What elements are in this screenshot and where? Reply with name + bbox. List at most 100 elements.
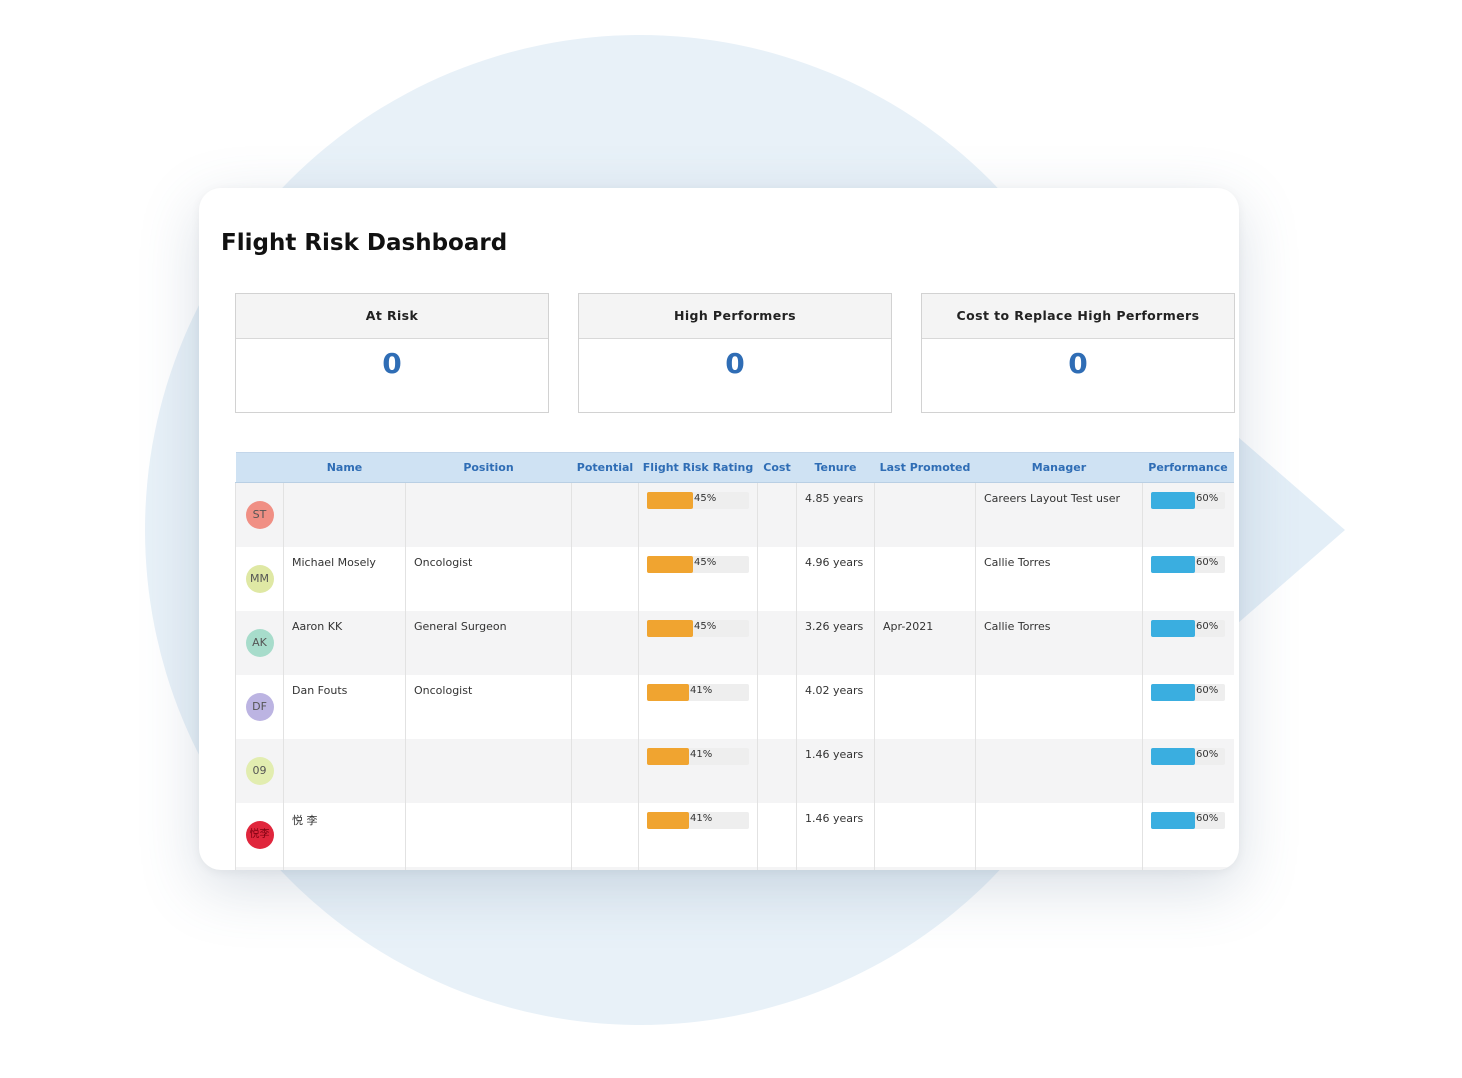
flight-risk-bar: 41% (647, 812, 749, 829)
position-cell: Oncologist (405, 547, 572, 611)
potential-cell (571, 482, 639, 547)
potential-cell (571, 867, 639, 870)
avatar[interactable]: DF (245, 693, 274, 721)
performance-bar-fill (1151, 684, 1195, 701)
table-header-row: Name Position Potential Flight Risk Rati… (235, 452, 1234, 483)
tenure-cell: 1.17 years (796, 867, 875, 870)
last-promoted-cell: Apr-2021 (874, 611, 976, 675)
avatar[interactable]: AK (245, 629, 274, 657)
table-row[interactable]: 悦李悦 李 41% 1.46 years 60% (235, 803, 1234, 867)
flight-risk-bar: 45% (647, 620, 749, 637)
flight-risk-cell: 41% (638, 675, 758, 739)
performance-bar: 60% (1151, 556, 1225, 573)
manager-cell (975, 739, 1143, 803)
potential-cell (571, 611, 639, 675)
performance-cell: 60% (1142, 867, 1234, 870)
performance-bar-fill (1151, 812, 1195, 829)
position-cell: Oncologist (405, 675, 572, 739)
avatar-cell: AK (235, 611, 284, 675)
potential-cell (571, 739, 639, 803)
position-cell (405, 739, 572, 803)
column-header-last-promoted[interactable]: Last Promoted (874, 452, 976, 483)
last-promoted-cell (874, 675, 976, 739)
avatar-cell: CM (235, 867, 284, 870)
flight-risk-percent: 41% (690, 749, 713, 760)
table-row[interactable]: ST 45% 4.85 years Careers Layout Test user 6… (235, 482, 1234, 547)
performance-bar: 60% (1151, 812, 1225, 829)
column-header-manager[interactable]: Manager (975, 452, 1143, 483)
table-row[interactable]: MM Michael Mosely Oncologist 45% 4.96 years C… (235, 547, 1234, 611)
tenure-cell: 4.02 years (796, 675, 875, 739)
flight-risk-percent: 45% (694, 493, 717, 504)
flight-risk-bar: 45% (647, 492, 749, 509)
table-row[interactable]: CMCraig MacDonald41%1.17 yearsCraig MacD… (235, 867, 1234, 870)
name-cell[interactable] (283, 739, 406, 803)
manager-cell (975, 675, 1143, 739)
flight-risk-bar-fill (647, 812, 689, 829)
performance-bar: 60% (1151, 620, 1225, 637)
avatar[interactable]: 09 (245, 757, 274, 785)
stat-label: High Performers (579, 294, 891, 339)
name-cell[interactable] (283, 482, 406, 547)
cost-cell (757, 675, 797, 739)
performance-cell: 60% (1142, 803, 1234, 867)
column-header-name[interactable]: Name (283, 452, 406, 483)
flight-risk-bar-fill (647, 492, 693, 509)
background-arrow-shape (1230, 430, 1345, 630)
performance-cell: 60% (1142, 547, 1234, 611)
performance-bar: 60% (1151, 492, 1225, 509)
cost-cell (757, 867, 797, 870)
flight-risk-percent: 45% (694, 621, 717, 632)
flight-risk-bar-fill (647, 556, 693, 573)
manager-cell: Careers Layout Test user (975, 482, 1143, 547)
last-promoted-cell (874, 867, 976, 870)
column-header-tenure[interactable]: Tenure (796, 452, 875, 483)
potential-cell (571, 547, 639, 611)
stat-card-at-risk: At Risk 0 (235, 293, 549, 413)
table-row[interactable]: 09 41% 1.46 years 60% (235, 739, 1234, 803)
flight-risk-percent: 41% (690, 813, 713, 824)
tenure-cell: 3.26 years (796, 611, 875, 675)
performance-bar-fill (1151, 492, 1195, 509)
cost-cell (757, 739, 797, 803)
stat-label: Cost to Replace High Performers (922, 294, 1234, 339)
name-cell[interactable]: Dan Fouts (283, 675, 406, 739)
potential-cell (571, 675, 639, 739)
avatar[interactable]: MM (245, 565, 274, 593)
performance-percent: 60% (1196, 749, 1219, 760)
column-header-cost[interactable]: Cost (757, 452, 797, 483)
position-cell (405, 803, 572, 867)
column-header-potential[interactable]: Potential (571, 452, 639, 483)
manager-cell: Craig MacDonald (975, 867, 1143, 870)
page-title: Flight Risk Dashboard (221, 230, 508, 256)
potential-cell (571, 803, 639, 867)
column-header-performance[interactable]: Performance (1142, 452, 1234, 483)
column-header-flight-risk-rating[interactable]: Flight Risk Rating (638, 452, 758, 483)
column-header-position[interactable]: Position (405, 452, 572, 483)
flight-risk-cell: 41% (638, 803, 758, 867)
flight-risk-bar: 41% (647, 748, 749, 765)
name-cell[interactable]: 悦 李 (283, 803, 406, 867)
dashboard-card: Flight Risk Dashboard At Risk 0 High Per… (199, 188, 1239, 870)
table-row[interactable]: AK Aaron KK General Surgeon 45% 3.26 years Ap… (235, 611, 1234, 675)
name-cell[interactable]: Aaron KK (283, 611, 406, 675)
cost-cell (757, 611, 797, 675)
name-cell[interactable]: Craig MacDonald (283, 867, 406, 870)
flight-risk-table: Name Position Potential Flight Risk Rati… (235, 452, 1234, 870)
last-promoted-cell (874, 739, 976, 803)
last-promoted-cell (874, 803, 976, 867)
name-cell[interactable]: Michael Mosely (283, 547, 406, 611)
stat-value: 0 (382, 347, 402, 380)
tenure-cell: 4.96 years (796, 547, 875, 611)
avatar[interactable]: ST (245, 501, 274, 529)
avatar-cell: 悦李 (235, 803, 284, 867)
tenure-cell: 4.85 years (796, 482, 875, 547)
performance-percent: 60% (1196, 685, 1219, 696)
stat-card-cost-to-replace: Cost to Replace High Performers 0 (921, 293, 1235, 413)
performance-percent: 60% (1196, 493, 1219, 504)
tenure-cell: 1.46 years (796, 803, 875, 867)
tenure-cell: 1.46 years (796, 739, 875, 803)
avatar[interactable]: 悦李 (245, 821, 274, 849)
table-row[interactable]: DF Dan Fouts Oncologist 41% 4.02 years 60% (235, 675, 1234, 739)
manager-cell: Callie Torres (975, 611, 1143, 675)
